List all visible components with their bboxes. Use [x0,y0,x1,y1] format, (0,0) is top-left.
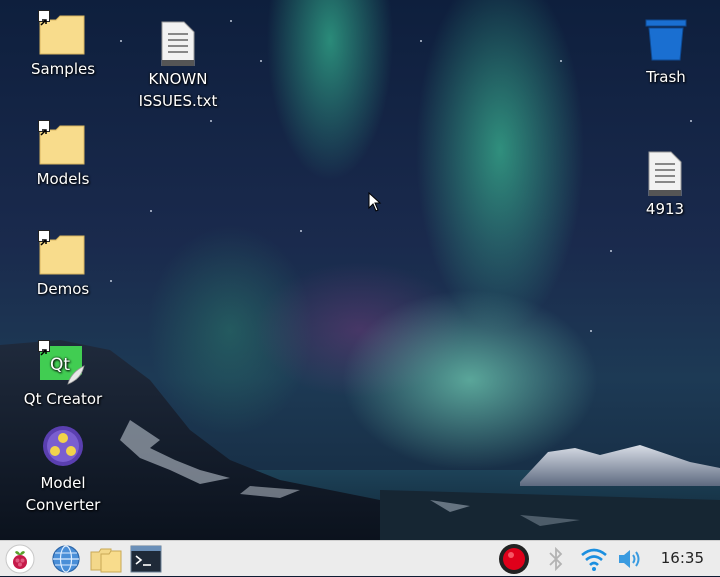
known-issues-file-icon-item[interactable]: KNOWN ISSUES.txt [128,20,228,112]
samples-folder-icon-item[interactable]: Samples [13,10,113,80]
volume-icon [619,550,640,568]
file-manager-button[interactable] [88,543,124,575]
terminal-button[interactable] [128,543,164,575]
trash-icon [645,19,687,61]
svg-text:Qt: Qt [50,355,70,375]
trash-label: Trash [646,68,686,86]
taskbar: 16:35 [0,540,720,576]
demos-folder-icon-item[interactable]: Demos [13,230,113,300]
mouse-cursor-icon [368,192,382,212]
samples-label: Samples [30,60,96,78]
text-file-icon [648,151,682,197]
shortcut-arrow-icon [38,120,50,136]
demos-label: Demos [36,280,90,298]
models-label: Models [36,170,90,188]
raspberry-menu-icon [5,544,35,574]
qt-creator-label: Qt Creator [23,390,103,408]
shortcut-arrow-icon [38,340,50,356]
bluetooth-icon [549,546,563,572]
file-manager-icon [90,548,122,573]
file-4913-icon-item[interactable]: 4913 [615,150,715,220]
raspberry-menu-button[interactable] [2,543,38,575]
model-converter-icon-item[interactable]: Model Converter [13,424,113,516]
known-issues-label: KNOWN ISSUES.txt [138,70,218,110]
bluetooth-button[interactable] [538,543,574,575]
record-icon [499,544,529,574]
record-button[interactable] [496,543,532,575]
clock[interactable]: 16:35 [661,541,704,577]
web-browser-button[interactable] [48,543,84,575]
trash-icon-item[interactable]: Trash [616,18,716,88]
file-4913-label: 4913 [645,200,685,218]
terminal-icon [130,545,162,573]
wifi-button[interactable] [576,543,612,575]
model-converter-icon [43,426,83,466]
qt-creator-icon-item[interactable]: Qt Qt Creator [13,340,113,410]
wifi-icon [581,548,607,571]
text-file-icon [161,21,195,67]
model-converter-label: Model Converter [25,474,101,514]
shortcut-arrow-icon [38,10,50,26]
desktop[interactable]: Samples Models Demos Qt Qt Creator Model… [0,0,720,540]
volume-button[interactable] [612,543,648,575]
shortcut-arrow-icon [38,230,50,246]
web-browser-icon [52,545,80,573]
models-folder-icon-item[interactable]: Models [13,120,113,190]
